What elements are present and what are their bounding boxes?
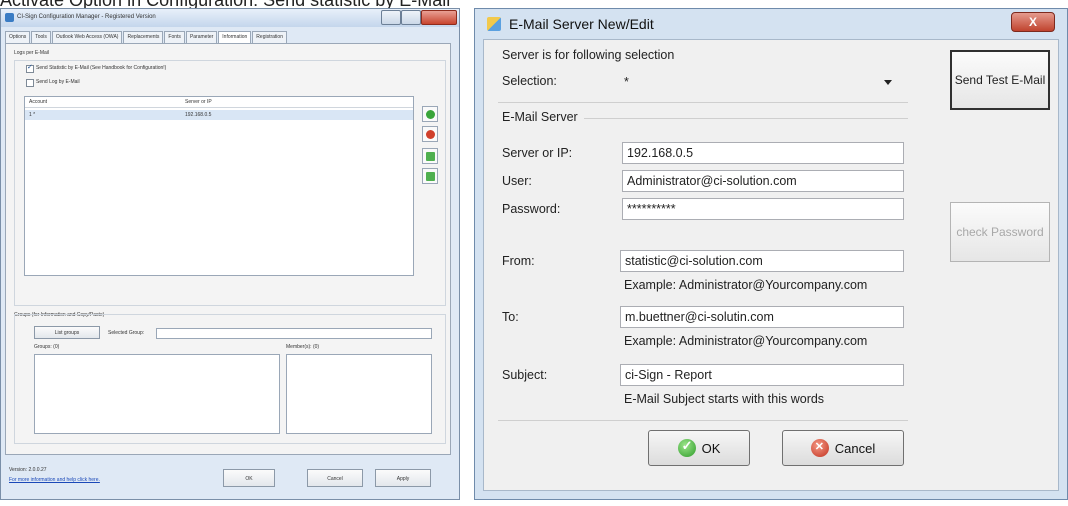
help-link[interactable]: For more information and help click here… (9, 477, 100, 483)
groups-list[interactable] (34, 354, 280, 434)
send-test-email-label: Send Test E-Mail (954, 73, 1046, 87)
list-item[interactable]: 1 * 192.168.0.5 (25, 110, 413, 120)
dialog-close-button[interactable]: X (1011, 12, 1055, 32)
move-up-button[interactable] (422, 148, 438, 164)
subject-hint: E-Mail Subject starts with this words (624, 392, 825, 406)
from-label: From: (502, 254, 535, 268)
dialog-ok-button[interactable]: OK (648, 430, 750, 466)
config-cancel-button[interactable]: Cancel (307, 469, 363, 487)
server-list-header: Account Server or IP (25, 97, 413, 108)
password-field[interactable]: ********** (622, 198, 904, 220)
cancel-x-icon (810, 439, 829, 457)
subject-field[interactable]: ci-Sign - Report (620, 364, 904, 386)
version-label: Version: 2.0.0.27 (9, 467, 47, 473)
dialog-title: E-Mail Server New/Edit (509, 16, 654, 32)
close-button[interactable] (421, 10, 457, 25)
server-label: Server or IP: (502, 146, 573, 160)
col-server: Server or IP (185, 99, 212, 105)
config-window-title: CI-Sign Configuration Manager - Register… (17, 14, 156, 20)
config-cancel-label: Cancel (327, 476, 343, 482)
logs-section-label: Logs per E-Mail (14, 50, 50, 56)
send-test-email-button[interactable]: Send Test E-Mail (950, 50, 1050, 110)
send-log-checkbox[interactable] (26, 79, 34, 87)
config-apply-label: Apply (396, 476, 410, 482)
config-manager-window: CI-Sign Configuration Manager - Register… (0, 8, 460, 500)
row-account: 1 * (29, 112, 36, 118)
config-apply-button[interactable]: Apply (375, 469, 431, 487)
dialog-body: Server is for following selection Select… (483, 39, 1059, 491)
server-field[interactable]: 192.168.0.5 (622, 142, 904, 164)
send-statistic-label: Send Statistic by E-Mail (See Handbook f… (36, 65, 167, 71)
server-section-title: E-Mail Server (502, 110, 578, 124)
groups-count-label: Groups: (0) (34, 344, 60, 350)
from-hint: Example: Administrator@Yourcompany.com (624, 278, 868, 292)
add-server-button[interactable] (422, 106, 438, 122)
send-log-label: Send Log by E-Mail (36, 79, 80, 85)
config-ok-button[interactable]: OK (223, 469, 275, 487)
separator (584, 118, 908, 119)
send-statistic-checkbox[interactable] (26, 63, 34, 73)
move-down-button[interactable] (422, 168, 438, 184)
app-icon (487, 17, 501, 31)
members-label: Member(s): (0) (286, 344, 320, 350)
list-groups-button[interactable]: List groups (34, 326, 100, 339)
selection-section-title: Server is for following selection (502, 48, 675, 62)
close-icon: X (1028, 15, 1037, 29)
selection-label: Selection: (502, 74, 557, 88)
selection-value: * (624, 75, 629, 89)
server-list[interactable]: Account Server or IP 1 * 192.168.0.5 (24, 96, 414, 276)
separator (498, 420, 908, 421)
delete-server-button[interactable] (422, 126, 438, 142)
subject-label: Subject: (502, 368, 548, 382)
check-password-label: check Password (956, 225, 1044, 239)
chevron-down-icon (884, 80, 892, 85)
information-panel: Logs per E-Mail Send Statistic by E-Mail… (5, 43, 451, 455)
add-icon (426, 110, 435, 119)
email-server-dialog: E-Mail Server New/Edit X Server is for f… (474, 8, 1068, 500)
arrow-down-icon (426, 172, 435, 181)
from-field[interactable]: statistic@ci-solution.com (620, 250, 904, 272)
dialog-title-bar: E-Mail Server New/Edit X (475, 9, 1067, 39)
dialog-ok-label: OK (701, 440, 721, 456)
check-password-button[interactable]: check Password (950, 202, 1050, 262)
col-account: Account (29, 99, 48, 105)
ok-check-icon (677, 438, 696, 457)
config-ok-label: OK (245, 476, 253, 482)
to-hint: Example: Administrator@Yourcompany.com (624, 334, 868, 348)
user-field[interactable]: Administrator@ci-solution.com (622, 170, 904, 192)
arrow-up-icon (426, 152, 435, 161)
to-label: To: (502, 310, 519, 324)
app-icon (5, 13, 14, 22)
selected-group-label: Selected Group: (108, 330, 145, 336)
members-list[interactable] (286, 354, 432, 434)
password-label: Password: (502, 202, 561, 216)
selection-dropdown[interactable]: * (624, 72, 902, 94)
row-server: 192.168.0.5 (185, 112, 212, 118)
dialog-cancel-button[interactable]: Cancel (782, 430, 904, 466)
config-title-bar: CI-Sign Configuration Manager - Register… (1, 9, 459, 27)
delete-icon (426, 130, 435, 139)
config-tabs: Options Tools Outlook Web Access (OWA) Repl… (5, 31, 288, 44)
maximize-button[interactable] (401, 10, 421, 25)
separator (498, 102, 908, 103)
minimize-button[interactable] (381, 10, 401, 25)
selected-group-field[interactable] (156, 328, 432, 339)
to-field[interactable]: m.buettner@ci-solutin.com (620, 306, 904, 328)
config-footer: Version: 2.0.0.27 For more information a… (5, 461, 455, 497)
user-label: User: (502, 174, 532, 188)
dialog-cancel-label: Cancel (834, 440, 876, 456)
